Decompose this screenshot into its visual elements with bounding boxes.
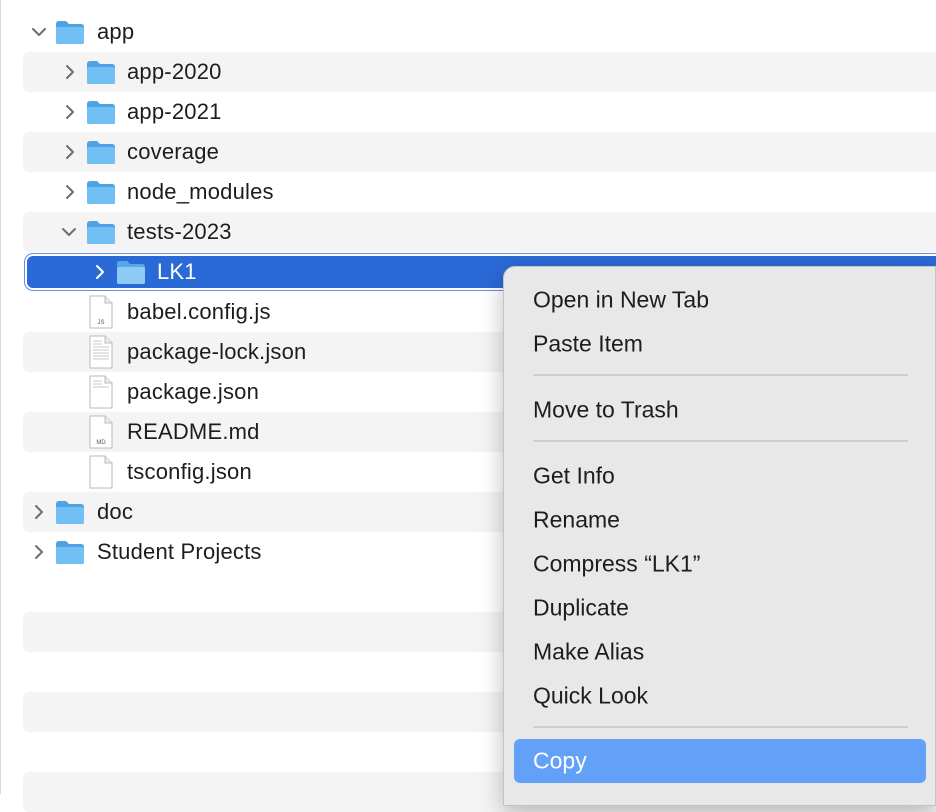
menu-item-get-info[interactable]: Get Info <box>514 456 926 496</box>
menu-item-compress[interactable]: Compress “LK1” <box>514 544 926 584</box>
tree-item-label: app-2021 <box>127 99 222 124</box>
tree-item-label: package-lock.json <box>127 339 307 364</box>
chevron-down-icon[interactable] <box>61 224 77 240</box>
chevron-right-icon[interactable] <box>62 104 78 120</box>
menu-item-copy[interactable]: Copy <box>514 739 926 783</box>
tree-item-label: tests-2023 <box>127 219 232 244</box>
menu-item-label: Make Alias <box>533 638 645 665</box>
menu-separator <box>533 440 908 442</box>
tree-item-label: tsconfig.json <box>127 459 252 484</box>
menu-item-label: Open in New Tab <box>533 286 710 313</box>
folder-icon <box>116 259 146 285</box>
folder-icon <box>55 499 85 525</box>
chevron-right-icon[interactable] <box>92 264 108 280</box>
menu-item-label: Copy <box>533 747 587 774</box>
tree-item-label: LK1 <box>157 259 197 284</box>
folder-icon <box>86 139 116 165</box>
tree-row-coverage[interactable]: coverage <box>23 132 936 172</box>
tree-item-label: app-2020 <box>127 59 222 84</box>
tree-row-app-2021[interactable]: app-2021 <box>23 92 936 132</box>
menu-item-label: Paste Item <box>533 330 643 357</box>
tree-item-label: babel.config.js <box>127 299 271 324</box>
menu-item-make-alias[interactable]: Make Alias <box>514 632 926 672</box>
tree-item-label: package.json <box>127 379 260 404</box>
svg-text:JS: JS <box>97 320 104 326</box>
folder-icon <box>86 59 116 85</box>
chevron-down-icon[interactable] <box>31 24 47 40</box>
tree-row-app-2020[interactable]: app-2020 <box>23 52 936 92</box>
folder-icon <box>55 19 85 45</box>
tree-item-label: node_modules <box>127 179 274 204</box>
markdown-file-icon: MD <box>89 415 113 449</box>
menu-item-open-in-new-tab[interactable]: Open in New Tab <box>514 280 926 320</box>
chevron-right-icon[interactable] <box>31 504 47 520</box>
tree-item-label: README.md <box>127 419 260 444</box>
menu-item-label: Duplicate <box>533 594 629 621</box>
chevron-right-icon[interactable] <box>62 64 78 80</box>
menu-item-paste-item[interactable]: Paste Item <box>514 324 926 364</box>
menu-separator <box>533 726 908 728</box>
menu-item-label: Get Info <box>533 462 615 489</box>
folder-icon <box>86 99 116 125</box>
chevron-right-icon[interactable] <box>62 184 78 200</box>
menu-item-label: Compress “LK1” <box>533 550 701 577</box>
menu-item-rename[interactable]: Rename <box>514 500 926 540</box>
folder-icon <box>86 219 116 245</box>
tree-row-app[interactable]: app <box>23 12 936 52</box>
menu-item-label: Move to Trash <box>533 396 679 423</box>
menu-separator <box>533 374 908 376</box>
tree-item-label: doc <box>97 499 134 524</box>
context-menu: Open in New Tab Paste Item Move to Trash… <box>503 266 936 806</box>
menu-item-duplicate[interactable]: Duplicate <box>514 588 926 628</box>
menu-item-move-to-trash[interactable]: Move to Trash <box>514 390 926 430</box>
tree-item-label: app <box>97 19 135 44</box>
tree-row-node-modules[interactable]: node_modules <box>23 172 936 212</box>
tree-item-label: Student Projects <box>97 539 262 564</box>
js-file-icon: JS <box>89 295 113 329</box>
menu-item-label: Rename <box>533 506 620 533</box>
file-icon <box>89 455 113 489</box>
json-file-icon <box>89 375 113 409</box>
chevron-right-icon[interactable] <box>31 544 47 560</box>
menu-item-quick-look[interactable]: Quick Look <box>514 676 926 716</box>
chevron-right-icon[interactable] <box>62 144 78 160</box>
tree-item-label: coverage <box>127 139 220 164</box>
json-file-icon <box>89 335 113 369</box>
menu-item-label: Quick Look <box>533 682 649 709</box>
tree-row-tests-2023[interactable]: tests-2023 <box>23 212 936 252</box>
folder-icon <box>55 539 85 565</box>
folder-icon <box>86 179 116 205</box>
svg-text:MD: MD <box>96 440 106 446</box>
